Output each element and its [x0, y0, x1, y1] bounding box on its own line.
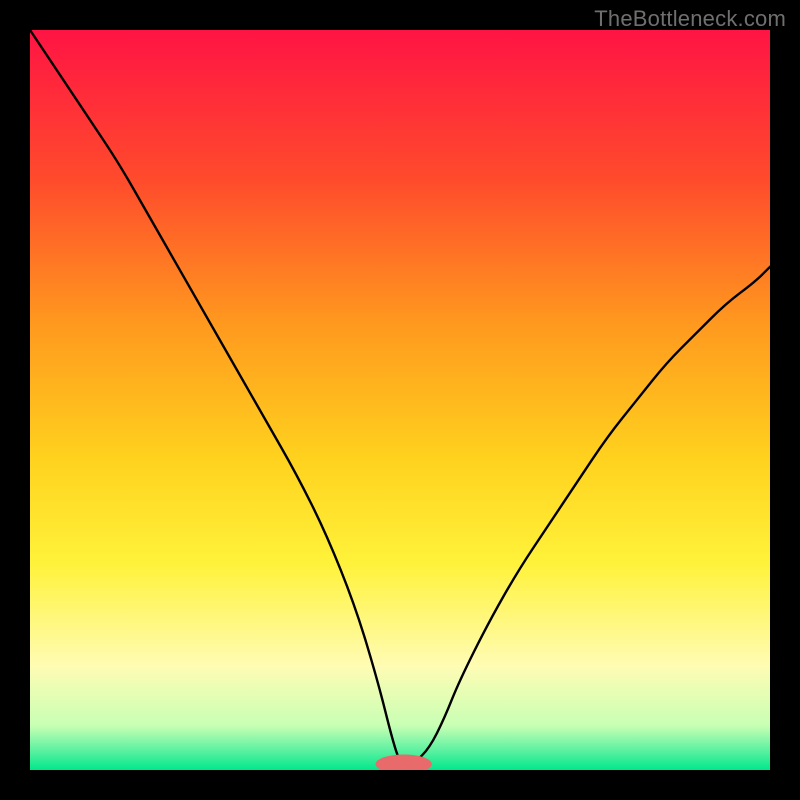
plot-area — [30, 30, 770, 770]
chart-frame: TheBottleneck.com — [0, 0, 800, 800]
curve-layer — [30, 30, 770, 770]
optimal-marker — [376, 754, 432, 770]
watermark-text: TheBottleneck.com — [594, 6, 786, 32]
bottleneck-curve — [30, 30, 770, 768]
